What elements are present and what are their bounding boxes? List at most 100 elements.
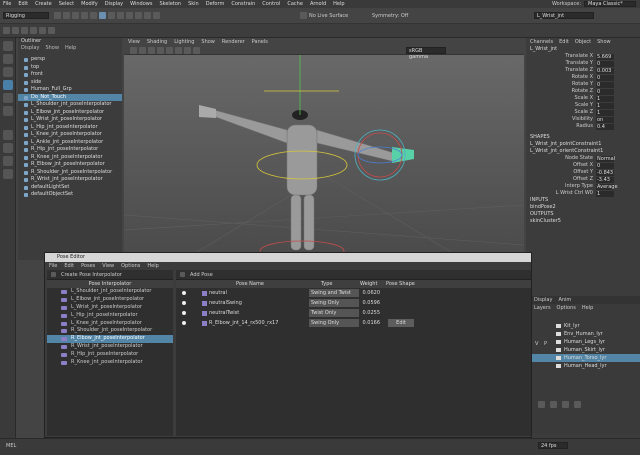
menu-item[interactable]: Create — [35, 1, 52, 7]
interpolator-item[interactable]: R_Hip_jnt_poseInterpolator — [47, 351, 173, 359]
mel-label[interactable]: MEL — [6, 443, 16, 449]
channel-value[interactable]: 0 — [596, 82, 614, 88]
snap-curve-icon[interactable] — [135, 12, 142, 19]
menu-item[interactable]: Help — [333, 1, 344, 7]
create-pose-interpolator-button[interactable]: Create Pose Interpolator — [47, 270, 173, 280]
menu-item[interactable]: Skeleton — [159, 1, 181, 7]
mode-dropdown[interactable]: Rigging — [3, 12, 49, 19]
menu-item[interactable]: File — [3, 1, 11, 7]
step-back-icon[interactable] — [538, 401, 545, 408]
layer-color-swatch[interactable] — [556, 356, 561, 360]
outliner-item[interactable]: L_Knee_jnt_poseInterpolator — [18, 131, 122, 139]
channel-value[interactable]: 1 — [596, 191, 614, 197]
play-icon[interactable] — [562, 401, 569, 408]
pose-enabled-toggle[interactable] — [182, 291, 186, 295]
paint-weights-icon[interactable] — [30, 27, 37, 34]
channel-row[interactable]: Offset Y -0.843 — [526, 169, 640, 176]
move-tool-icon[interactable] — [2, 80, 13, 90]
cb-input-item[interactable]: bindPose2 — [526, 204, 640, 211]
outliner-item[interactable]: front — [18, 71, 122, 79]
pe-menu-options[interactable]: Options — [121, 262, 140, 270]
edit-pose-button[interactable]: Edit — [388, 319, 414, 327]
outliner-menu-help[interactable]: Help — [65, 45, 76, 52]
channel-row[interactable]: Interp Type Average — [526, 183, 640, 190]
channel-value[interactable]: -0.843 — [596, 170, 614, 176]
channel-row[interactable]: L Wrist Ctrl W0 1 — [526, 190, 640, 197]
smooth-shade-icon[interactable] — [148, 47, 155, 54]
channel-value[interactable]: 1 — [596, 103, 614, 109]
outliner-item[interactable]: L_Elbow_jnt_poseInterpolator — [18, 109, 122, 117]
symmetry-label[interactable]: Symmetry: Off — [372, 13, 408, 19]
bind-skin-icon[interactable] — [21, 27, 28, 34]
cb-tab-object[interactable]: Object — [575, 39, 591, 45]
channel-value[interactable]: 0.003 — [596, 68, 614, 74]
step-forward-icon[interactable] — [574, 401, 581, 408]
save-scene-icon[interactable] — [72, 12, 79, 19]
layer-menu-layers[interactable]: Layers — [534, 305, 551, 311]
channel-value[interactable]: Normal — [596, 156, 615, 162]
layer-menu-help[interactable]: Help — [582, 305, 593, 311]
menu-item[interactable]: Select — [59, 1, 74, 7]
menu-item[interactable]: Windows — [130, 1, 152, 7]
channel-value[interactable]: 0 — [596, 89, 614, 95]
redo-icon[interactable] — [90, 12, 97, 19]
outliner-item[interactable]: persp — [18, 56, 122, 64]
menu-item[interactable]: Deform — [206, 1, 225, 7]
outliner-item[interactable]: top — [18, 64, 122, 72]
channel-row[interactable]: Radius 0.4 — [526, 123, 640, 130]
snap-grid-icon[interactable] — [126, 12, 133, 19]
outliner-item[interactable]: defaultObjectSet — [18, 191, 122, 199]
interpolator-item[interactable]: L_Wrist_jnt_poseInterpolator — [47, 304, 173, 312]
menu-item[interactable]: Modify — [81, 1, 98, 7]
channel-value[interactable]: 0 — [596, 61, 614, 67]
pose-type-dropdown[interactable]: Swing Only — [309, 319, 359, 327]
layer-menu-options[interactable]: Options — [557, 305, 576, 311]
outliner-item[interactable]: R_Wrist_jnt_poseInterpolator — [18, 176, 122, 184]
channel-row[interactable]: Offset Z -3.43 — [526, 176, 640, 183]
fps-dropdown[interactable]: 24 fps — [538, 442, 568, 449]
outliner-menu-show[interactable]: Show — [45, 45, 59, 52]
layer-color-swatch[interactable] — [556, 340, 561, 344]
interpolator-item[interactable]: L_Hip_jnt_poseInterpolator — [47, 312, 173, 320]
menu-item[interactable]: Display — [105, 1, 123, 7]
channel-value[interactable]: 1 — [596, 110, 614, 116]
layer-color-swatch[interactable] — [556, 324, 561, 328]
channel-row[interactable]: Offset X0 — [526, 162, 640, 169]
select-hierarchy-icon[interactable] — [99, 12, 106, 19]
outliner-menu-display[interactable]: Display — [21, 45, 39, 52]
outliner-item[interactable]: R_Hip_jnt_poseInterpolator — [18, 146, 122, 154]
menu-item[interactable]: Control — [262, 1, 280, 7]
channel-row[interactable]: Rotate X0 — [526, 74, 640, 81]
outliner-item[interactable]: L_Hip_jnt_poseInterpolator — [18, 124, 122, 132]
menu-item[interactable]: Arnold — [310, 1, 326, 7]
outliner-item[interactable]: R_Elbow_jnt_poseInterpolator — [18, 161, 122, 169]
channel-row[interactable]: Rotate Y0 — [526, 81, 640, 88]
xray-joints-icon[interactable] — [193, 47, 200, 54]
pe-menu-file[interactable]: File — [49, 262, 57, 270]
channel-value[interactable]: on — [596, 117, 614, 123]
layer-color-swatch[interactable] — [556, 364, 561, 368]
cb-tab-show[interactable]: Show — [597, 39, 611, 45]
cb-output-item[interactable]: skinCluster5 — [526, 218, 640, 225]
wireframe-icon[interactable] — [139, 47, 146, 54]
pose-row[interactable]: neutralTwist Twist Only 0.0255 — [176, 308, 531, 318]
layer-tab-display[interactable]: Display — [534, 297, 552, 303]
ik-handle-icon[interactable] — [12, 27, 19, 34]
lasso-tool-icon[interactable] — [2, 54, 13, 64]
color-space-dropdown[interactable]: sRGB gamma — [406, 47, 446, 60]
channel-value[interactable]: 5.669 — [596, 54, 614, 60]
camera-icon[interactable] — [130, 47, 137, 54]
workspace-dropdown[interactable]: Maya Classic* — [584, 1, 636, 7]
layer-item[interactable]: Kit_lyr — [526, 322, 640, 330]
open-scene-icon[interactable] — [63, 12, 70, 19]
channel-row[interactable]: Scale Y1 — [526, 102, 640, 109]
lights-icon[interactable] — [166, 47, 173, 54]
layer-item[interactable]: Env_Human_lyr — [526, 330, 640, 338]
outliner-item[interactable]: defaultLightSet — [18, 184, 122, 192]
menu-item[interactable]: Skin — [188, 1, 199, 7]
outliner-item[interactable]: L_Shoulder_jnt_poseInterpolator — [18, 101, 122, 109]
outliner-item[interactable]: R_Knee_jnt_poseInterpolator — [18, 154, 122, 162]
pe-menu-poses[interactable]: Poses — [81, 262, 95, 270]
interpolator-item[interactable]: L_Knee_jnt_poseInterpolator — [47, 320, 173, 328]
select-object-icon[interactable] — [108, 12, 115, 19]
